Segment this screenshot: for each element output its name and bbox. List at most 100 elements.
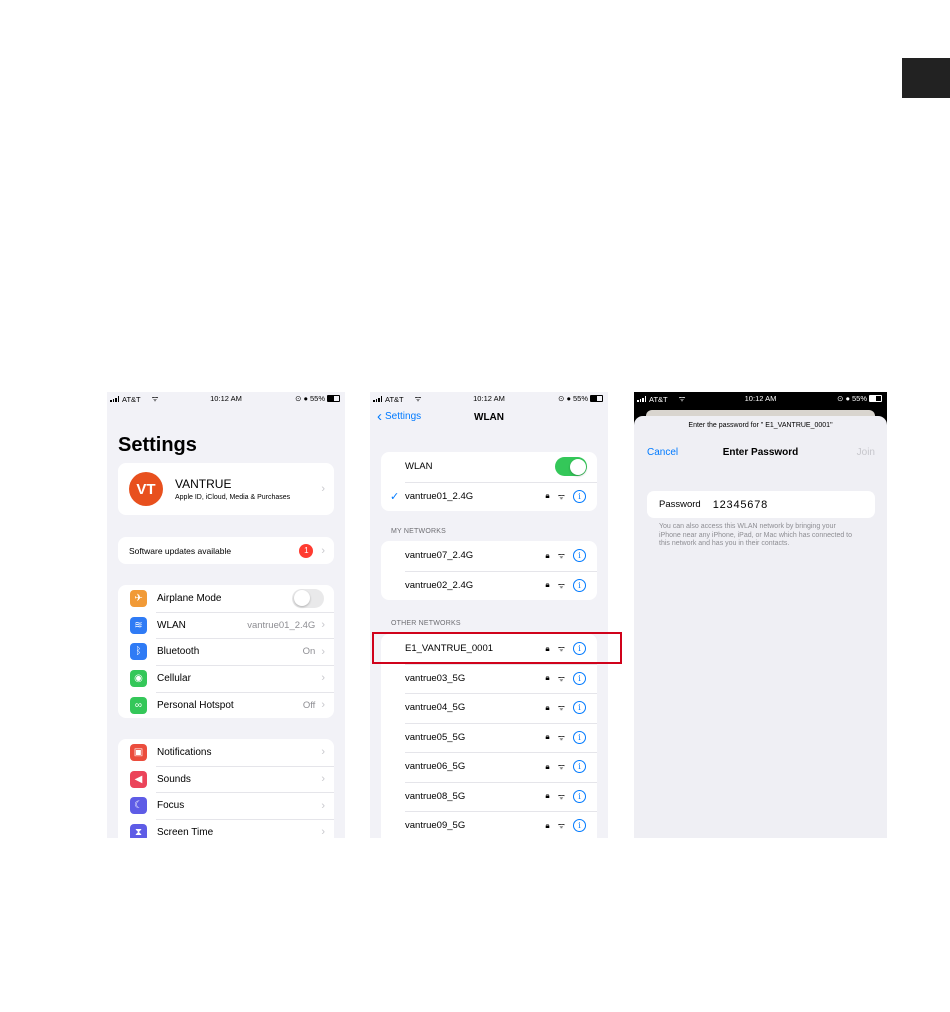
wifi-icon: ≋ xyxy=(130,616,147,634)
network-name: vantrue01_2.4G xyxy=(405,490,474,502)
lock-icon: 🔒︎ xyxy=(545,550,550,560)
network-row[interactable]: vantrue03_5G 🔒︎ ᯤ i xyxy=(381,663,597,694)
wifi-signal-icon: ᯤ xyxy=(557,791,565,801)
network-row[interactable]: vantrue04_5G 🔒︎ ᯤ i xyxy=(381,693,597,723)
password-prompt: Enter the password for " E1_VANTRUE_0001… xyxy=(688,422,833,429)
notifications-icon: ▣ xyxy=(130,743,147,761)
row-label: Cellular xyxy=(157,672,191,684)
network-row[interactable]: vantrue02_2.4G 🔒︎ ᯤ i xyxy=(381,570,597,601)
network-name: vantrue07_2.4G xyxy=(405,550,474,562)
settings-row-cellular[interactable]: ◉ Cellular › xyxy=(118,665,334,692)
page-tab-marker xyxy=(902,58,950,98)
network-row[interactable]: vantrue07_2.4G 🔒︎ ᯤ i xyxy=(381,541,597,571)
avatar: VT xyxy=(129,472,163,506)
password-label: Password xyxy=(659,499,701,510)
battery-percent: 55% xyxy=(572,394,588,403)
network-name: vantrue06_5G xyxy=(405,761,466,773)
info-icon[interactable]: i xyxy=(573,760,586,774)
settings-row-sounds[interactable]: ◀ Sounds › xyxy=(118,765,334,793)
network-row[interactable]: vantrue05_5G 🔒︎ ᯤ i xyxy=(381,722,597,753)
row-label: Bluetooth xyxy=(157,646,200,658)
bluetooth-icon: ᛒ xyxy=(130,643,147,661)
settings-screen: AT&T ᯤ 10:12 AM ⊙ ● 55% Settings VT VANTRUE… xyxy=(107,392,345,838)
status-bar: AT&T ᯤ 10:12 AM ⊙ ● 55% xyxy=(107,392,345,406)
status-bar: AT&T ᯤ 10:12 AM ⊙ ● 55% xyxy=(370,392,608,406)
settings-row-notifications[interactable]: ▣ Notifications › xyxy=(118,739,334,766)
profile-card[interactable]: VT VANTRUE Apple ID, iCloud, Media & Pur… xyxy=(118,463,334,515)
profile-subtitle: Apple ID, iCloud, Media & Purchases xyxy=(175,494,291,501)
settings-row-wlan[interactable]: ≋ WLAN vantrue01_2.4G › xyxy=(118,611,334,639)
hourglass-icon: ⧗ xyxy=(130,823,147,838)
password-note: You can also access this WLAN network by… xyxy=(659,523,853,547)
network-row[interactable]: vantrue06_5G 🔒︎ ᯤ i xyxy=(381,752,597,782)
info-icon[interactable]: i xyxy=(573,489,586,503)
alarm-icon: ● xyxy=(845,394,850,403)
info-icon[interactable]: i xyxy=(573,549,586,563)
password-field-row[interactable]: Password 12345678 xyxy=(647,491,875,518)
chevron-right-icon: › xyxy=(321,544,325,557)
wifi-signal-icon: ᯤ xyxy=(557,703,565,713)
my-networks-header: MY NETWORKS xyxy=(391,528,446,535)
join-button[interactable]: Join xyxy=(857,447,875,458)
other-networks-group: E1_VANTRUE_0001 🔒︎ ᯤ i vantrue03_5G 🔒︎ ᯤ i v… xyxy=(381,634,597,838)
chevron-right-icon: › xyxy=(321,773,325,786)
row-label: Screen Time xyxy=(157,826,214,838)
lock-icon: 🔒︎ xyxy=(545,820,550,830)
wlan-screen: AT&T ᯤ 10:12 AM ⊙ ● 55% ‹ Settings WLAN WLA… xyxy=(370,392,608,838)
password-input[interactable]: 12345678 xyxy=(713,499,768,511)
chevron-right-icon: › xyxy=(321,672,325,685)
lock-icon: 🔒︎ xyxy=(545,732,550,742)
lock-icon: 🔒︎ xyxy=(545,791,550,801)
hotspot-icon: ∞ xyxy=(130,696,147,714)
row-label: Personal Hotspot xyxy=(157,699,234,711)
connected-network-row[interactable]: ✓ vantrue01_2.4G 🔒︎ ᯤ i xyxy=(381,481,597,512)
chevron-right-icon: › xyxy=(321,746,325,759)
moon-icon: ☾ xyxy=(130,797,147,815)
sheet-title: Enter Password xyxy=(722,447,799,458)
network-name: vantrue09_5G xyxy=(405,820,466,832)
sounds-icon: ◀ xyxy=(130,770,147,788)
network-name: vantrue05_5G xyxy=(405,731,466,743)
wlan-toggle-group: WLAN ✓ vantrue01_2.4G 🔒︎ ᯤ i xyxy=(381,452,597,511)
settings-row-airplane-mode[interactable]: ✈ Airplane Mode xyxy=(118,585,334,612)
wlan-toggle-label: WLAN xyxy=(405,461,433,473)
airplane-icon: ✈ xyxy=(130,589,147,607)
wifi-signal-icon: ᯤ xyxy=(557,673,565,683)
software-update-row[interactable]: Software updates available 1 › xyxy=(118,537,334,564)
wifi-signal-icon: ᯤ xyxy=(557,551,565,561)
connectivity-group: ✈ Airplane Mode ≋ WLAN vantrue01_2.4G › … xyxy=(118,585,334,719)
info-icon[interactable]: i xyxy=(573,730,586,744)
chevron-right-icon: › xyxy=(321,799,325,812)
location-icon: ⊙ xyxy=(837,394,844,403)
settings-row-focus[interactable]: ☾ Focus › xyxy=(118,792,334,819)
network-name: vantrue03_5G xyxy=(405,672,466,684)
info-icon[interactable]: i xyxy=(573,578,586,592)
wifi-signal-icon: ᯤ xyxy=(557,732,565,742)
row-value: Off xyxy=(302,699,316,711)
network-name: vantrue02_2.4G xyxy=(405,579,474,591)
settings-row-screen-time[interactable]: ⧗ Screen Time › xyxy=(118,819,334,838)
info-icon[interactable]: i xyxy=(573,789,586,803)
settings-row-personal-hotspot[interactable]: ∞ Personal Hotspot Off › xyxy=(118,691,334,719)
location-icon: ⊙ xyxy=(295,394,302,403)
info-icon[interactable]: i xyxy=(573,671,586,685)
network-row[interactable]: vantrue08_5G 🔒︎ ᯤ i xyxy=(381,781,597,812)
chevron-right-icon: › xyxy=(321,483,325,495)
airplane-mode-toggle[interactable] xyxy=(292,588,324,608)
info-icon[interactable]: i xyxy=(573,819,586,833)
row-label: Sounds xyxy=(157,773,191,785)
chevron-right-icon: › xyxy=(321,619,325,632)
battery-percent: 55% xyxy=(309,394,325,403)
network-row[interactable]: vantrue09_5G 🔒︎ ᯤ i xyxy=(381,811,597,838)
info-icon[interactable]: i xyxy=(573,701,586,715)
wifi-signal-icon: ᯤ xyxy=(557,762,565,772)
row-label: WLAN xyxy=(157,619,186,631)
lock-icon: 🔒︎ xyxy=(545,761,550,771)
settings-row-bluetooth[interactable]: ᛒ Bluetooth On › xyxy=(118,638,334,665)
checkmark-icon: ✓ xyxy=(390,490,400,503)
nav-title: WLAN xyxy=(474,412,504,423)
row-label: Focus xyxy=(157,800,185,812)
alarm-icon: ● xyxy=(303,394,308,403)
wlan-toggle[interactable] xyxy=(555,457,587,477)
network-name: vantrue04_5G xyxy=(405,702,466,714)
